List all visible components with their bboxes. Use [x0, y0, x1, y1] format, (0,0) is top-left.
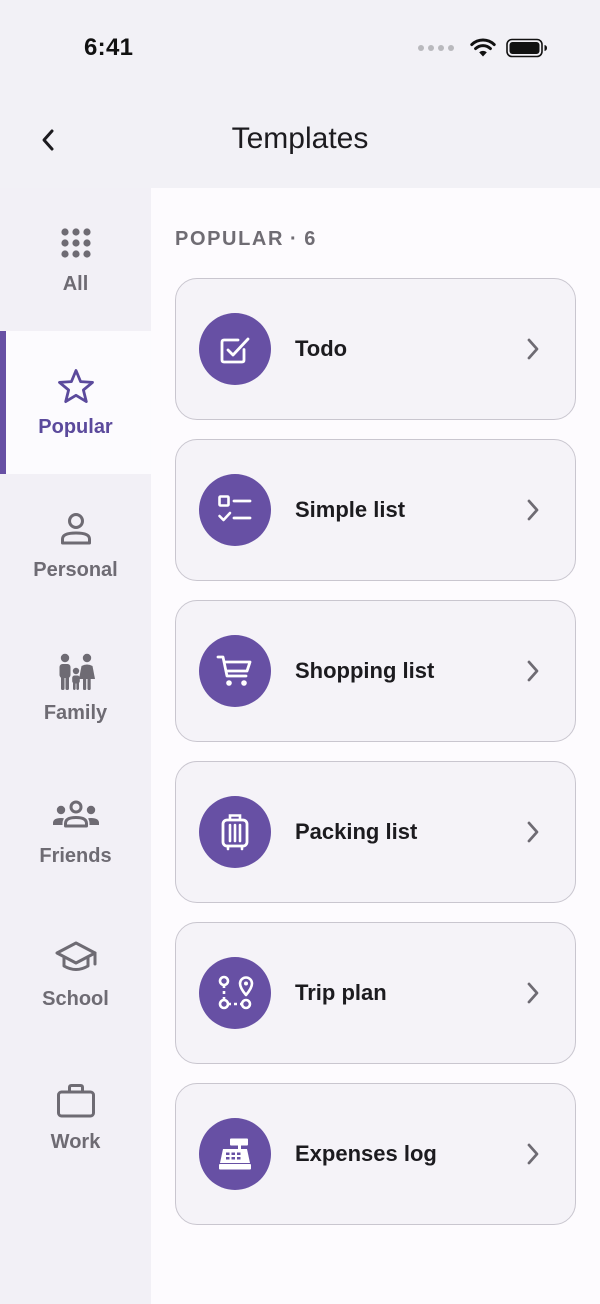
template-label: Shopping list [295, 658, 435, 683]
status-bar: 6:41 [0, 0, 600, 96]
sidebar-item-label: School [42, 988, 109, 1010]
template-card-trip-plan[interactable]: Trip plan [175, 922, 576, 1064]
sidebar-item-work[interactable]: Work [0, 1046, 151, 1189]
chevron-right-icon [525, 980, 541, 1006]
chevron-right-icon [525, 819, 541, 845]
template-label: Todo [295, 336, 348, 361]
template-card-simple-list[interactable]: Simple list [175, 439, 576, 581]
star-icon [57, 366, 95, 406]
section-name: POPULAR [175, 228, 284, 250]
template-content: POPULAR · 6 Todo Simple list Shopping li… [151, 188, 600, 1304]
register-icon [199, 1118, 271, 1190]
section-header: POPULAR · 6 [175, 228, 317, 251]
template-label: Expenses log [295, 1141, 437, 1166]
cellular-signal-icon [418, 45, 454, 51]
template-card-shopping-list[interactable]: Shopping list [175, 600, 576, 742]
template-card-expenses-log[interactable]: Expenses log [175, 1083, 576, 1225]
checklist-icon [199, 474, 271, 546]
sidebar-item-popular[interactable]: Popular [0, 331, 151, 474]
school-icon [54, 938, 98, 978]
sidebar-item-label: Popular [38, 416, 113, 438]
family-icon [56, 652, 96, 692]
battery-icon [506, 38, 547, 58]
sidebar-item-school[interactable]: School [0, 903, 151, 1046]
sidebar-item-label: Personal [33, 559, 118, 581]
friends-icon [52, 795, 100, 835]
template-label: Trip plan [295, 980, 387, 1005]
grid-icon [60, 223, 92, 263]
template-card-packing-list[interactable]: Packing list [175, 761, 576, 903]
cart-icon [199, 635, 271, 707]
checkbox-icon [199, 313, 271, 385]
status-time: 6:41 [84, 34, 134, 61]
template-list: Todo Simple list Shopping list Packing l… [175, 278, 576, 1244]
status-icons [418, 38, 548, 58]
sidebar-item-family[interactable]: Family [0, 617, 151, 760]
person-icon [59, 509, 93, 549]
briefcase-icon [56, 1081, 96, 1121]
sidebar-item-label: Friends [39, 845, 112, 867]
route-icon [199, 957, 271, 1029]
chevron-right-icon [525, 336, 541, 362]
sidebar-item-label: All [62, 273, 89, 295]
sidebar-item-label: Family [43, 702, 108, 724]
chevron-right-icon [525, 1141, 541, 1167]
luggage-icon [199, 796, 271, 868]
sidebar-item-friends[interactable]: Friends [0, 760, 151, 903]
page-title: Templates [231, 122, 369, 155]
template-label: Packing list [295, 819, 418, 844]
template-label: Simple list [295, 497, 406, 522]
section-count: 6 [304, 228, 317, 250]
chevron-right-icon [525, 658, 541, 684]
section-separator: · [289, 228, 299, 250]
sidebar-item-all[interactable]: All [0, 188, 151, 331]
category-sidebar: All Popular Personal Family Friends Scho… [0, 188, 151, 1304]
wifi-icon [470, 38, 496, 57]
sidebar-item-personal[interactable]: Personal [0, 474, 151, 617]
chevron-right-icon [525, 497, 541, 523]
template-card-todo[interactable]: Todo [175, 278, 576, 420]
sidebar-item-label: Work [50, 1131, 101, 1153]
top-app-bar: Templates [0, 96, 600, 188]
